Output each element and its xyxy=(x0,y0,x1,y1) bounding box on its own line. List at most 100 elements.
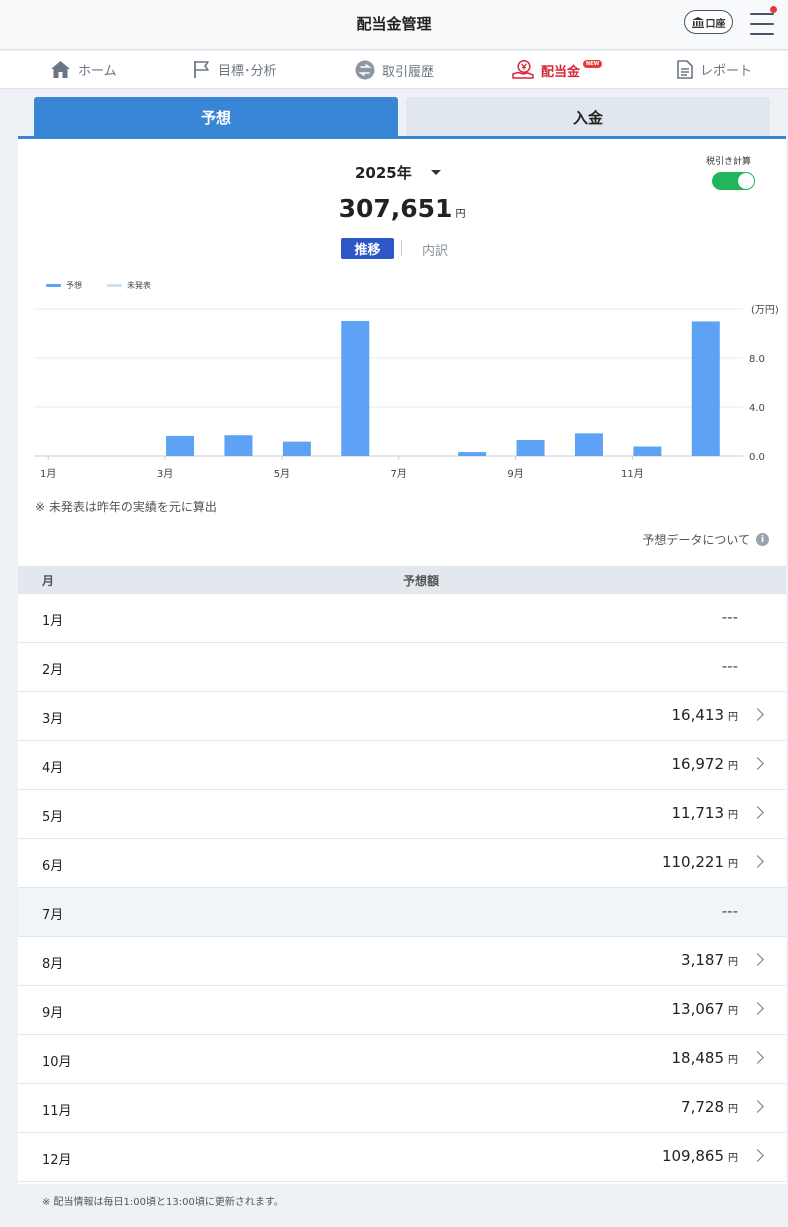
row-month: 5月 xyxy=(42,810,64,825)
nav-item-home[interactable]: ホーム xyxy=(50,60,117,79)
y-tick-label: 4.0 xyxy=(749,403,765,414)
row-amount: 18,485 円 xyxy=(672,1049,739,1067)
table-row[interactable]: 4月 16,972 円 xyxy=(18,741,786,790)
row-amount-value: 16,972 xyxy=(671,755,725,773)
row-month: 9月 xyxy=(42,1006,64,1021)
row-amount: 110,221 円 xyxy=(662,853,738,871)
legend-unannounced: 未発表 xyxy=(107,280,151,291)
table-row[interactable]: 5月 11,713 円 xyxy=(18,790,786,839)
nav-item-history[interactable]: 取引履歴 xyxy=(355,60,434,80)
info-icon: i xyxy=(756,533,769,546)
table-row[interactable]: 9月 13,067 円 xyxy=(18,986,786,1035)
new-badge: NEW xyxy=(583,60,603,68)
row-amount-value: 110,221 xyxy=(661,853,724,871)
dividend-bar-chart: 0.0 4.0 8.0 (万円) 1月 3月 5月 7月 9月 11月 xyxy=(34,305,779,480)
bar-5月 xyxy=(282,441,311,456)
chevron-right-icon[interactable] xyxy=(751,806,764,819)
table-row: 2月 --- xyxy=(18,643,786,692)
table-row[interactable]: 11月 7,728 円 xyxy=(18,1084,786,1133)
row-amount: 16,972 円 xyxy=(672,755,739,773)
page-title: 配当金管理 xyxy=(356,15,432,33)
row-amount-unit: 円 xyxy=(728,1055,738,1066)
column-header-amount: 予想額 xyxy=(403,574,440,588)
tax-toggle[interactable] xyxy=(712,172,755,190)
bar-6月 xyxy=(341,320,370,456)
row-month: 10月 xyxy=(42,1055,72,1070)
x-tick-label: 1月 xyxy=(40,468,56,480)
legend-swatch-unannounced xyxy=(107,284,122,287)
table-row[interactable]: 8月 3,187 円 xyxy=(18,937,786,986)
chevron-right-icon[interactable] xyxy=(751,1051,764,1064)
x-tick-label: 3月 xyxy=(157,468,173,480)
tax-toggle-label: 税引き計算 xyxy=(706,157,752,167)
unannounced-note: ※ 未発表は昨年の実績を元に算出 xyxy=(35,500,217,514)
row-month: 12月 xyxy=(42,1153,72,1168)
chevron-right-icon[interactable] xyxy=(751,708,764,721)
chevron-right-icon[interactable] xyxy=(751,1100,764,1113)
nav-item-goals[interactable]: 目標･分析 xyxy=(193,60,277,79)
row-month: 2月 xyxy=(42,663,64,678)
row-amount: 13,067 円 xyxy=(672,1000,739,1018)
bar-12月 xyxy=(691,321,720,456)
row-month: 6月 xyxy=(42,859,64,874)
row-amount: 16,413 円 xyxy=(672,706,739,724)
row-amount-value: 7,728 xyxy=(681,1098,724,1116)
view-trend-button[interactable]: 推移 xyxy=(341,238,394,259)
row-month: 11月 xyxy=(42,1104,72,1119)
forecast-card: 2025年 税引き計算 307,651 円 推移 内訳 予想 未発表 0.0 4.0… xyxy=(18,139,786,1184)
table-row: 1月 --- xyxy=(18,594,786,643)
nav-item-dividend[interactable]: 配当金 NEW xyxy=(512,60,603,80)
chevron-right-icon[interactable] xyxy=(751,953,764,966)
bar-11月 xyxy=(633,446,662,456)
bar-3月 xyxy=(166,435,195,456)
notification-dot xyxy=(770,6,777,13)
account-button[interactable]: 口座 xyxy=(684,10,733,34)
bar-10月 xyxy=(574,433,603,456)
table-row[interactable]: 12月 109,865 円 xyxy=(18,1133,786,1182)
row-amount-unit: 円 xyxy=(728,957,738,968)
legend-swatch-forecast xyxy=(46,284,61,287)
y-axis-unit-label: (万円) xyxy=(751,305,779,316)
row-amount-value: 13,067 xyxy=(671,1000,725,1018)
tab-forecast[interactable]: 予想 xyxy=(34,97,398,137)
y-tick-label: 0.0 xyxy=(749,452,765,463)
row-month: 4月 xyxy=(42,761,64,776)
row-amount-unit: 円 xyxy=(728,810,738,821)
chevron-right-icon[interactable] xyxy=(751,855,764,868)
row-amount-value: 109,865 xyxy=(661,1147,724,1165)
table-header: 月 予想額 xyxy=(18,566,786,594)
x-tick-label: 7月 xyxy=(391,468,407,480)
update-footnote: ※ 配当情報は毎日1:00頃と13:00頃に更新されます。 xyxy=(42,1197,284,1208)
row-amount-unit: 円 xyxy=(728,1104,738,1115)
total-currency: 円 xyxy=(455,209,466,220)
forecast-table-body: 1月 --- 2月 --- 3月 16,413 円 4月 16,972 円 5月 11,713 円 6月 1… xyxy=(18,594,786,1182)
chevron-right-icon[interactable] xyxy=(751,1002,764,1015)
year-selector[interactable]: 2025年 xyxy=(355,162,412,183)
table-row[interactable]: 3月 16,413 円 xyxy=(18,692,786,741)
chevron-right-icon[interactable] xyxy=(751,757,764,770)
hamburger-menu-button[interactable] xyxy=(748,10,776,38)
home-icon xyxy=(51,61,70,78)
segment-divider xyxy=(401,240,402,256)
nav-item-report[interactable]: レポート xyxy=(677,60,752,79)
total-amount: 307,651 円 xyxy=(18,194,786,223)
toggle-knob xyxy=(738,173,754,189)
row-month: 7月 xyxy=(42,908,64,923)
row-amount-unit: 円 xyxy=(728,712,738,723)
bar-8月 xyxy=(458,452,487,456)
view-breakdown-button[interactable]: 内訳 xyxy=(422,240,448,259)
tab-deposit[interactable]: 入金 xyxy=(406,97,770,137)
row-amount: 109,865 円 xyxy=(662,1147,738,1165)
table-row[interactable]: 10月 18,485 円 xyxy=(18,1035,786,1084)
row-amount: 3,187 円 xyxy=(681,951,738,969)
row-amount-empty: --- xyxy=(721,902,738,920)
chevron-right-icon[interactable] xyxy=(751,1149,764,1162)
row-amount-value: 18,485 xyxy=(671,1049,725,1067)
bar-9月 xyxy=(516,439,545,456)
table-row: 7月 --- xyxy=(18,888,786,937)
about-forecast-link[interactable]: 予想データについて i xyxy=(642,531,769,548)
row-amount-empty: --- xyxy=(721,657,738,675)
table-row[interactable]: 6月 110,221 円 xyxy=(18,839,786,888)
caret-down-icon[interactable] xyxy=(431,170,441,175)
flag-icon xyxy=(194,61,209,78)
